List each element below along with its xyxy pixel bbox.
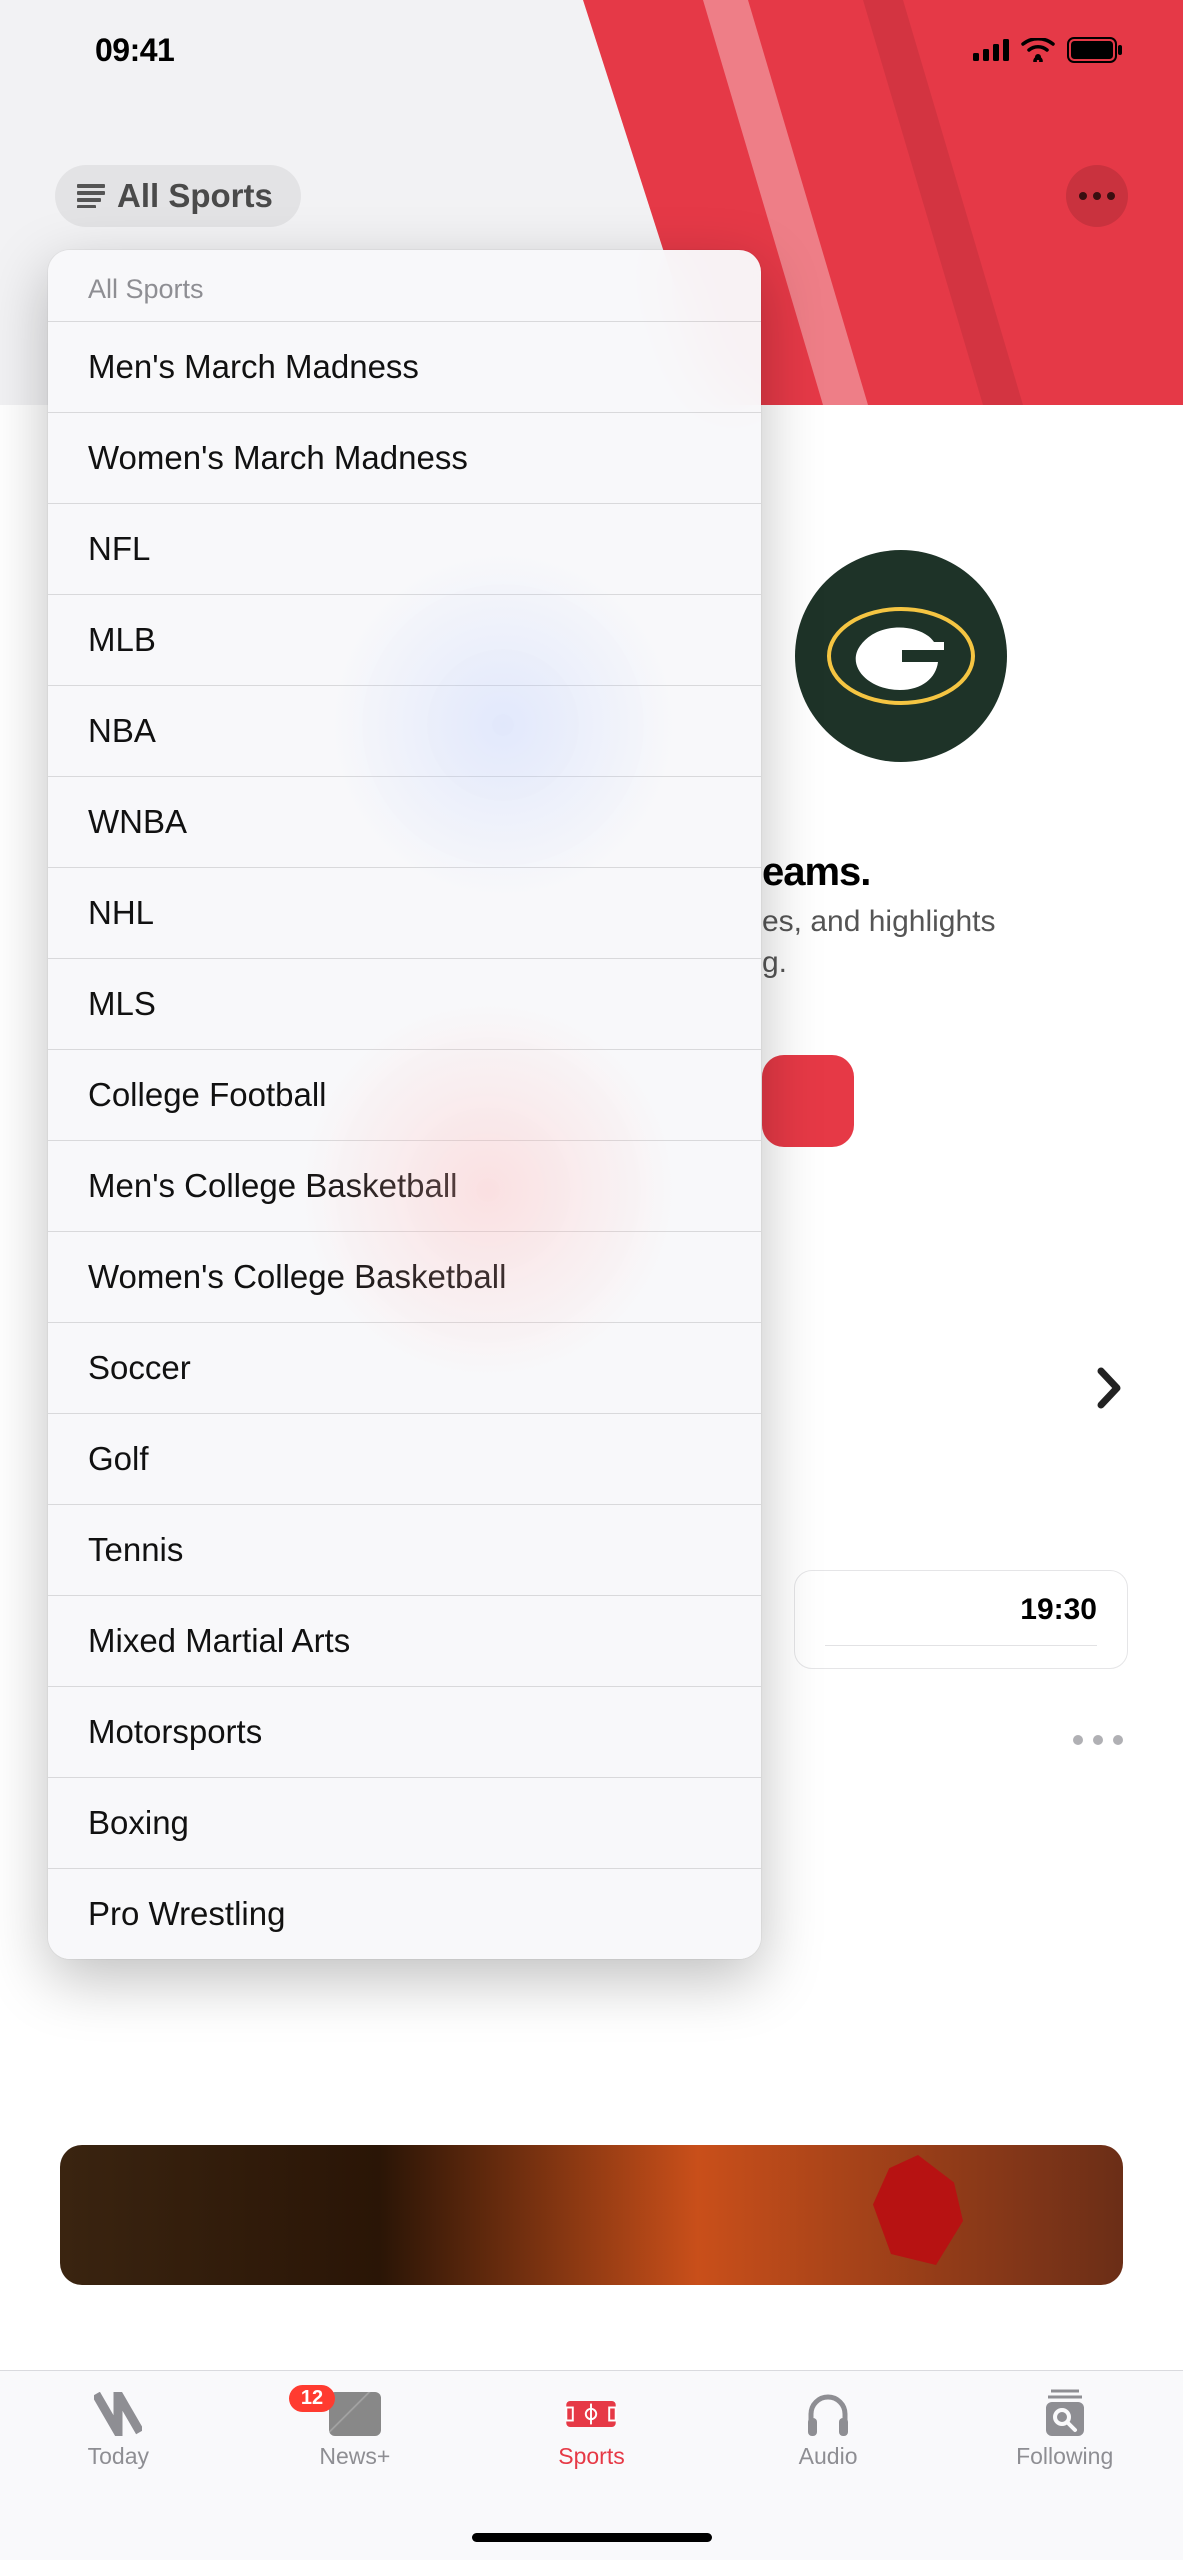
list-icon: [77, 184, 105, 208]
following-icon: [1039, 2393, 1091, 2435]
cardinals-helmet-art: [873, 2155, 963, 2265]
dropdown-item[interactable]: Motorsports: [48, 1686, 761, 1777]
status-icons: [973, 37, 1123, 63]
tab-label: Following: [1016, 2443, 1113, 2470]
story-card-partial[interactable]: [60, 2145, 1123, 2285]
hero-subtitle-partial-2: g.: [762, 946, 787, 980]
newsplus-badge: 12: [289, 2385, 335, 2412]
more-dot: [1107, 192, 1115, 200]
card-more-icon[interactable]: [1073, 1735, 1123, 1745]
hero-cta-button-partial[interactable]: [762, 1055, 854, 1147]
hero-subtitle-partial-1: es, and highlights: [762, 905, 996, 939]
packers-g-icon: [826, 606, 976, 706]
more-dot: [1093, 192, 1101, 200]
battery-icon: [1067, 37, 1123, 63]
home-indicator[interactable]: [472, 2533, 712, 2542]
dropdown-item[interactable]: Women's College Basketball: [48, 1231, 761, 1322]
today-icon: [92, 2393, 144, 2435]
wifi-icon: [1021, 38, 1055, 62]
dropdown-item[interactable]: MLB: [48, 594, 761, 685]
dropdown-item[interactable]: NBA: [48, 685, 761, 776]
status-time: 09:41: [95, 32, 174, 69]
all-sports-label: All Sports: [117, 177, 273, 215]
tab-today[interactable]: Today: [18, 2393, 218, 2470]
tab-label: Sports: [558, 2443, 624, 2470]
sport-dropdown-menu: All Sports Men's March Madness Women's M…: [48, 250, 761, 1959]
audio-icon: [802, 2393, 854, 2435]
dropdown-item[interactable]: Boxing: [48, 1777, 761, 1868]
tab-following[interactable]: Following: [965, 2393, 1165, 2470]
tab-label: News+: [319, 2443, 390, 2470]
status-bar: 09:41: [0, 0, 1183, 100]
tab-label: Today: [88, 2443, 149, 2470]
dropdown-item[interactable]: Soccer: [48, 1322, 761, 1413]
dropdown-item[interactable]: WNBA: [48, 776, 761, 867]
sports-icon: [565, 2393, 617, 2435]
dropdown-item[interactable]: Tennis: [48, 1504, 761, 1595]
newsplus-icon: 12: [329, 2393, 381, 2435]
more-dot: [1079, 192, 1087, 200]
dropdown-item[interactable]: Men's College Basketball: [48, 1140, 761, 1231]
dropdown-item[interactable]: MLS: [48, 958, 761, 1049]
hero-title-partial: eams.: [762, 850, 870, 895]
tab-label: Audio: [799, 2443, 858, 2470]
cellular-icon: [973, 39, 1009, 61]
dropdown-item[interactable]: Men's March Madness: [48, 321, 761, 412]
header-row: All Sports: [0, 165, 1183, 227]
dropdown-item[interactable]: Women's March Madness: [48, 412, 761, 503]
tab-audio[interactable]: Audio: [728, 2393, 928, 2470]
team-logo-packers[interactable]: [795, 550, 1007, 762]
dropdown-item[interactable]: Mixed Martial Arts: [48, 1595, 761, 1686]
schedule-card-partial[interactable]: 19:30: [794, 1570, 1128, 1669]
all-sports-selector[interactable]: All Sports: [55, 165, 301, 227]
divider: [825, 1645, 1097, 1646]
dropdown-item[interactable]: NFL: [48, 503, 761, 594]
dropdown-item[interactable]: College Football: [48, 1049, 761, 1140]
tab-bar: Today 12 News+ Sports Audio: [0, 2370, 1183, 2560]
more-button[interactable]: [1066, 165, 1128, 227]
dropdown-item[interactable]: Pro Wrestling: [48, 1868, 761, 1959]
dropdown-item[interactable]: Golf: [48, 1413, 761, 1504]
schedule-time: 19:30: [825, 1593, 1097, 1627]
chevron-right-icon[interactable]: [1097, 1367, 1123, 1419]
dropdown-header: All Sports: [48, 250, 761, 321]
tab-sports[interactable]: Sports: [491, 2393, 691, 2470]
tab-newsplus[interactable]: 12 News+: [255, 2393, 455, 2470]
dropdown-item[interactable]: NHL: [48, 867, 761, 958]
